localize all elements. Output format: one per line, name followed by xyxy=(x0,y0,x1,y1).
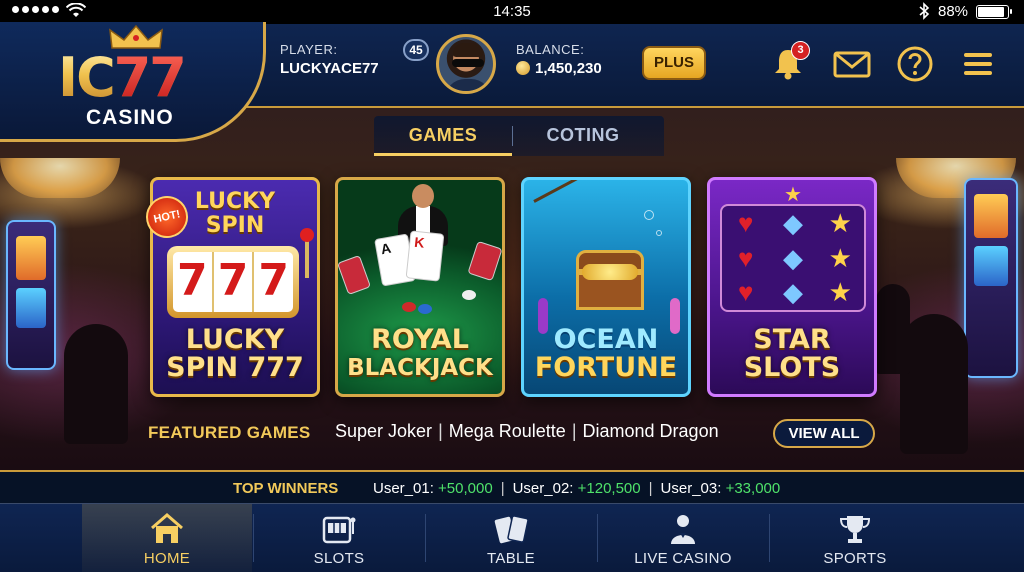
playing-card: K xyxy=(405,230,445,282)
mail-icon[interactable] xyxy=(832,44,872,84)
bluetooth-icon xyxy=(919,2,930,20)
nav-slots[interactable]: SLOTS xyxy=(254,504,424,572)
game-title: STAR SLOTS xyxy=(743,324,841,383)
balance-info: BALANCE: 1,450,230 xyxy=(516,42,646,88)
chip-icon xyxy=(462,290,476,300)
balance-label: BALANCE: xyxy=(516,42,585,57)
player-level-badge: 45 xyxy=(403,39,429,61)
card-back-icon xyxy=(338,254,372,296)
background-patron xyxy=(64,324,128,444)
help-icon[interactable] xyxy=(895,44,935,84)
clock: 14:35 xyxy=(493,3,531,20)
bubble-icon xyxy=(644,210,654,220)
game-card-royal-blackjack[interactable]: A K ROYAL BLACKJACK xyxy=(335,177,505,397)
dealer-icon xyxy=(671,515,695,544)
balance-amount: 1,450,230 xyxy=(535,60,602,77)
bubble-icon xyxy=(656,230,662,236)
playing-cards-icon xyxy=(494,515,529,544)
logo[interactable]: IC77 xyxy=(58,46,187,109)
top-winners-label: TOP WINNERS xyxy=(233,480,339,497)
card-back-icon xyxy=(467,240,502,282)
tab-games[interactable]: GAMES xyxy=(374,116,512,156)
treasure-chest-icon xyxy=(576,250,644,310)
top-winners-ticker: TOP WINNERS User_01: +50,000 | User_02: +1… xyxy=(0,470,1024,504)
nav-live-casino[interactable]: LIVE CASINO xyxy=(598,504,768,572)
featured-game-link[interactable]: Super Joker xyxy=(335,421,432,441)
coin-icon xyxy=(516,61,530,75)
tab-coting[interactable]: COTING xyxy=(514,116,652,156)
game-title: LUCKY SPIN 777 xyxy=(166,324,304,383)
notification-badge: 3 xyxy=(791,41,810,60)
avatar[interactable] xyxy=(436,34,496,94)
game-title: ROYAL BLACKJACK xyxy=(347,324,493,382)
chip-icon xyxy=(402,302,416,312)
category-tabs: GAMES COTING xyxy=(374,116,664,156)
top-winners-values: User_01: +50,000 | User_02: +120,500 | User_… xyxy=(373,480,781,497)
slot-lever-icon xyxy=(300,228,314,278)
nav-sports[interactable]: SPORTS xyxy=(770,504,940,572)
player-name: LUCKYACE77 xyxy=(280,60,379,77)
battery-icon xyxy=(976,5,1012,19)
background-slot-machine-right xyxy=(964,178,1018,378)
background-patron xyxy=(876,284,910,374)
chip-icon xyxy=(418,304,432,314)
game-card-star-slots[interactable]: ★ ♥ ◆ ★ ♥ ◆ ★ ♥ ◆ ★ STAR SLOTS xyxy=(707,177,877,397)
battery-percent: 88% xyxy=(938,3,969,20)
nav-table[interactable]: TABLE xyxy=(426,504,596,572)
logo-subtitle: CASINO xyxy=(86,106,174,129)
featured-games-list: Super Joker | Mega Roulette | Diamond Dragon xyxy=(335,421,719,441)
view-all-button[interactable]: VIEW ALL xyxy=(773,419,875,448)
trophy-icon xyxy=(839,516,871,543)
status-bar: 14:35 88% xyxy=(0,0,1024,24)
menu-icon[interactable] xyxy=(958,44,998,84)
slot-reels: 777 xyxy=(167,246,299,318)
home-icon xyxy=(151,513,183,543)
featured-games-label: FEATURED GAMES xyxy=(148,423,311,442)
featured-game-link[interactable]: Diamond Dragon xyxy=(583,421,719,441)
game-card-ocean-fortune[interactable]: OCEAN FORTUNE xyxy=(521,177,691,397)
plus-button[interactable]: PLUS xyxy=(642,46,706,80)
game-title: OCEAN FORTUNE xyxy=(534,324,678,383)
slot-machine-icon xyxy=(322,516,356,544)
background-slot-machine-left xyxy=(6,220,56,370)
slot-reels: ♥ ◆ ★ ♥ ◆ ★ ♥ ◆ ★ xyxy=(720,204,866,312)
background-patron xyxy=(900,314,968,454)
nav-home[interactable]: HOME xyxy=(82,504,252,572)
chandelier-left xyxy=(0,158,120,198)
featured-game-link[interactable]: Mega Roulette xyxy=(449,421,566,441)
bottom-navigation: HOME SLOTS TABLE LIVE CASINO SPORTS xyxy=(0,504,1024,572)
fishing-rod-icon xyxy=(533,180,606,203)
